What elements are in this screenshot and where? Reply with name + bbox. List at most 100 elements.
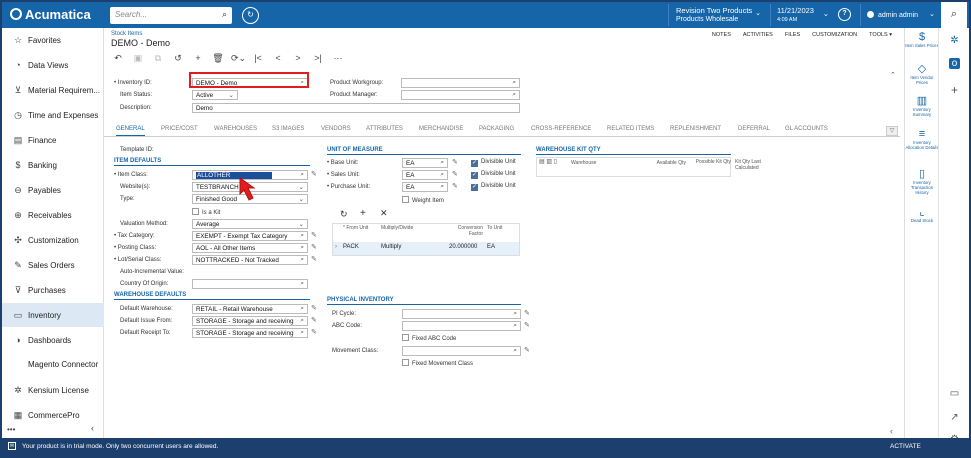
tab-deferral[interactable]: DEFERRAL <box>738 126 770 132</box>
sales-unit-field[interactable]: EA ⌕ <box>402 170 448 180</box>
is-kit-checkbox[interactable]: Is a Kit <box>192 208 220 216</box>
divisible-base-checkbox[interactable]: ✓ Divisible Unit <box>471 159 516 167</box>
edit-icon[interactable]: ✎ <box>452 182 458 190</box>
tax-category-field[interactable]: EXEMPT - Exempt Tax Category ⌕ <box>192 231 308 241</box>
abc-code-field[interactable]: ⌕ <box>402 321 521 331</box>
nav-item-inventory[interactable]: ▭ Inventory <box>2 303 104 327</box>
product-manager-field[interactable]: ⌕ <box>401 90 520 100</box>
nav-item-sales-orders[interactable]: ✎ Sales Orders <box>2 253 104 277</box>
global-search-icon[interactable]: ⌕ <box>941 2 967 28</box>
nav-item-favorites[interactable]: ☆ Favorites <box>2 28 104 52</box>
sidebar-link-inventory-transaction-history[interactable]: ▯ Inventory Transaction History <box>905 168 939 195</box>
nav-item-purchases[interactable]: ⊽ Purchases <box>2 278 104 302</box>
nav-item-banking[interactable]: $ Banking <box>2 153 104 177</box>
tab-replenishment[interactable]: REPLENISHMENT <box>670 126 721 132</box>
tab-related-items[interactable]: RELATED ITEMS <box>607 126 654 132</box>
help-icon[interactable]: ? <box>838 8 851 21</box>
tab-attributes[interactable]: ATTRIBUTES <box>366 126 403 132</box>
more-actions-icon[interactable]: ··· <box>331 53 345 63</box>
sidebar-link-item-sales-prices[interactable]: $ Item Sales Prices <box>905 31 939 49</box>
grid-cell[interactable]: PACK <box>343 244 359 250</box>
copy-paste-icon[interactable]: ⟳⌄ <box>231 53 246 64</box>
refresh-icon[interactable]: ↺ <box>171 53 185 64</box>
country-field[interactable]: ⌕ <box>192 279 308 289</box>
tab-merchandise[interactable]: MERCHANDISE <box>419 126 463 132</box>
tool-customization[interactable]: CUSTOMIZATION <box>812 32 857 38</box>
search-input[interactable]: Search... ⌕ <box>110 7 232 24</box>
description-field[interactable]: Demo <box>192 103 520 113</box>
external-link-icon[interactable]: ↗ <box>939 412 970 423</box>
add-row-icon[interactable]: + <box>360 208 366 219</box>
edit-icon[interactable]: ✎ <box>452 158 458 166</box>
nav-item-payables[interactable]: ⊖ Payables <box>2 178 104 202</box>
nav-item-finance[interactable]: ▤ Finance <box>2 128 104 152</box>
collapse-header-icon[interactable]: ⌃ <box>890 71 896 79</box>
delete-icon[interactable]: 🗑 <box>211 53 225 64</box>
valuation-select[interactable]: Average ⌄ <box>192 219 308 229</box>
nav-item-kensium-license[interactable]: ✲ Kensium License <box>2 378 104 402</box>
tool-notes[interactable]: NOTES <box>712 32 731 38</box>
grid-cell[interactable]: 20.000000 <box>449 244 477 250</box>
nav-item-time-and-expenses[interactable]: ◷ Time and Expenses <box>2 103 104 127</box>
default-issue-field[interactable]: STORAGE - Storage and receiving ⌕ <box>192 316 308 326</box>
edit-icon[interactable]: ✎ <box>311 170 317 178</box>
branch-selector[interactable]: Revision Two Products Products Wholesale ⌄ <box>668 4 766 26</box>
product-workgroup-field[interactable]: ⌕ <box>401 78 520 88</box>
edit-icon[interactable]: ✎ <box>311 243 317 251</box>
business-date[interactable]: 11/21/2023 4:09 AM ⌄ <box>770 4 834 26</box>
tab-s3-images[interactable]: S3 IMAGES <box>272 126 304 132</box>
save-icon[interactable]: ▣ <box>131 53 145 64</box>
tab-packaging[interactable]: PACKAGING <box>479 126 514 132</box>
user-menu[interactable]: admin admin ⌄ <box>860 4 940 26</box>
nav-item-data-views[interactable]: ◔ Data Views <box>2 53 104 77</box>
nav-item-customization[interactable]: ✣ Customization <box>2 228 104 252</box>
sidebar-link-inventory-summary[interactable]: ▥ Inventory Summary <box>905 95 939 118</box>
app-logo[interactable]: Acumatica <box>10 7 91 22</box>
edit-icon[interactable]: ✎ <box>311 231 317 239</box>
add-icon[interactable]: + <box>939 83 970 97</box>
undo-icon[interactable]: ↶ <box>111 53 125 64</box>
sidebar-link-dead-stock[interactable]: ⌞ Dead Stock <box>905 206 939 224</box>
base-unit-field[interactable]: EA ⌕ <box>402 158 448 168</box>
tool-tools[interactable]: TOOLS ▾ <box>869 32 892 38</box>
grid-cell[interactable]: Multiply <box>381 244 401 250</box>
last-icon[interactable]: >| <box>311 53 325 63</box>
collapse-icon[interactable]: ‹ <box>91 423 94 433</box>
edit-icon[interactable]: ✎ <box>311 255 317 263</box>
refresh-icon[interactable]: ↻ <box>340 209 348 220</box>
panel-icon[interactable]: ▭ <box>939 388 970 399</box>
copy-icon[interactable]: ⧉ <box>151 53 165 64</box>
nav-item-material-requirem[interactable]: ⊻ Material Requirem... <box>2 78 104 102</box>
default-warehouse-field[interactable]: RETAIL - Retail Warehouse ⌕ <box>192 304 308 314</box>
edit-icon[interactable]: ✎ <box>524 346 530 354</box>
prev-icon[interactable]: < <box>271 53 285 63</box>
more-icon[interactable]: ••• <box>7 425 15 434</box>
grid-icons[interactable]: ▤ ▥ ▯ <box>539 159 557 166</box>
tool-files[interactable]: FILES <box>785 32 800 38</box>
first-icon[interactable]: |< <box>251 53 265 63</box>
movement-class-field[interactable]: ⌕ <box>402 346 521 356</box>
scroll-left-icon[interactable]: ‹ <box>890 426 893 436</box>
sidebar-link-inventory-allocation-details[interactable]: ≡ Inventory Allocation Details <box>905 128 939 151</box>
item-status-select[interactable]: Active ⌄ <box>192 90 238 100</box>
default-receipt-field[interactable]: STORAGE - Storage and receiving ⌕ <box>192 328 308 338</box>
row-chevron-icon[interactable]: › <box>335 244 337 250</box>
edit-icon[interactable]: ✎ <box>311 328 317 336</box>
pi-cycle-field[interactable]: ⌕ <box>402 309 521 319</box>
posting-class-field[interactable]: AOL - All Other Items ⌕ <box>192 243 308 253</box>
tab-cross-reference[interactable]: CROSS-REFERENCE <box>531 126 591 132</box>
history-icon[interactable]: ↻ <box>242 7 259 24</box>
fixed-abc-checkbox[interactable]: Fixed ABC Code <box>402 334 456 342</box>
fixed-movement-checkbox[interactable]: Fixed Movement Class <box>402 359 473 367</box>
outlook-icon[interactable]: o <box>948 58 961 69</box>
nav-item-dashboards[interactable]: ◑ Dashboards <box>2 328 104 352</box>
tabs-menu-icon[interactable]: ▽ <box>886 126 898 136</box>
tab-price-cost[interactable]: PRICE/COST <box>161 126 198 132</box>
nav-item-commercepro[interactable]: ▦ CommercePro <box>2 403 104 427</box>
delete-row-icon[interactable]: ✕ <box>380 208 388 219</box>
nav-item-receivables[interactable]: ⊕ Receivables <box>2 203 104 227</box>
lot-serial-field[interactable]: NOTTRACKED - Not Tracked ⌕ <box>192 255 308 265</box>
activate-link[interactable]: ACTIVATE <box>890 443 921 450</box>
tab-vendors[interactable]: VENDORS <box>321 126 351 132</box>
edit-icon[interactable]: ✎ <box>524 321 530 329</box>
